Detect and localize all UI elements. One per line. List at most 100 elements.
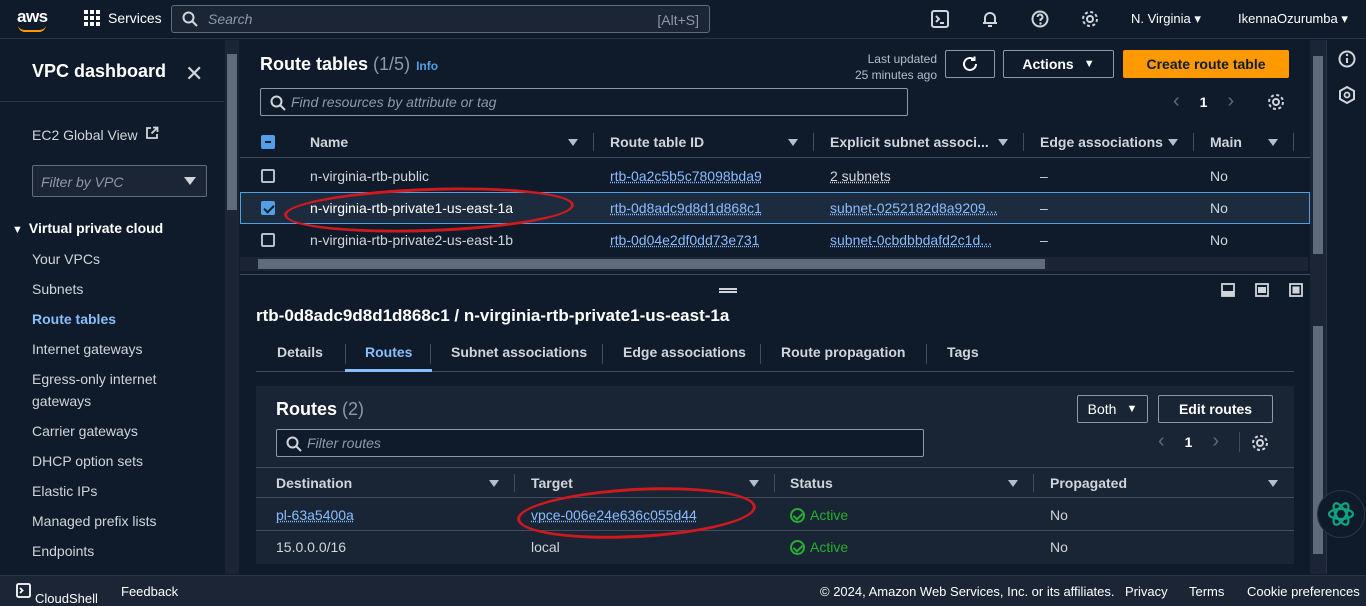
preferences-gear-icon[interactable]	[1267, 93, 1285, 111]
both-select[interactable]: Both ▼	[1077, 395, 1148, 423]
sort-icon[interactable]	[788, 139, 798, 146]
sidebar-item-egress-only-line2[interactable]: gateways	[32, 393, 91, 409]
refresh-icon	[963, 56, 977, 71]
column-header-target[interactable]: Target	[531, 468, 573, 498]
split-view-full-icon[interactable]	[1289, 283, 1303, 297]
route-table-id-link[interactable]: rtb-0d8adc9d8d1d868c1	[610, 192, 762, 224]
page-number[interactable]: 1	[1200, 94, 1208, 110]
cookie-preferences-link[interactable]: Cookie preferences	[1247, 584, 1360, 599]
tab-edge-associations[interactable]: Edge associations	[623, 336, 746, 372]
sidebar-item-managed-prefix-lists[interactable]: Managed prefix lists	[32, 513, 157, 529]
search-input[interactable]: Search [Alt+S]	[171, 5, 710, 33]
scrollbar-thumb[interactable]	[1313, 56, 1323, 254]
edge-association: –	[1040, 200, 1048, 216]
filter-routes-input[interactable]: Filter routes	[276, 429, 924, 457]
select-all-checkbox[interactable]	[261, 135, 275, 149]
find-resources-input[interactable]: Find resources by attribute or tag	[260, 88, 908, 116]
cloudshell-link[interactable]: CloudShell	[16, 583, 98, 606]
column-header-name[interactable]: Name	[310, 126, 348, 158]
info-link[interactable]: Info	[416, 59, 438, 73]
vpc-filter-select[interactable]: Filter by VPC	[32, 165, 207, 197]
route-table-id-link[interactable]: rtb-0a2c5b5c78098bda9	[610, 160, 762, 192]
sort-icon[interactable]	[1008, 480, 1018, 487]
row-checkbox[interactable]	[261, 233, 275, 247]
chevron-right-icon[interactable]: ›	[1227, 90, 1234, 113]
page-number[interactable]: 1	[1185, 434, 1193, 450]
privacy-link[interactable]: Privacy	[1125, 584, 1168, 599]
create-route-table-button[interactable]: Create route table	[1123, 50, 1289, 78]
sidebar-item-internet-gateways[interactable]: Internet gateways	[32, 341, 143, 357]
sort-icon[interactable]	[1168, 139, 1178, 146]
sort-icon[interactable]	[489, 480, 499, 487]
aws-logo[interactable]: aws	[17, 7, 48, 32]
split-view-side-icon[interactable]	[1255, 283, 1269, 297]
feedback-link[interactable]: Feedback	[121, 584, 178, 599]
subnet-association-link[interactable]: subnet-0cbdbbdafd2c1d...	[830, 224, 1010, 256]
sidebar-item-dhcp-option-sets[interactable]: DHCP option sets	[32, 453, 143, 469]
account-menu[interactable]: IkennaOzurumba ▾	[1238, 11, 1348, 27]
refresh-button[interactable]	[945, 50, 995, 78]
drag-handle-icon[interactable]	[719, 288, 737, 293]
region-selector[interactable]: N. Virginia ▾	[1131, 11, 1201, 27]
sidebar-item-egress-only[interactable]: Egress-only internet	[32, 371, 157, 387]
scrollbar-thumb[interactable]	[258, 259, 1045, 269]
chevron-left-icon[interactable]: ‹	[1173, 90, 1180, 113]
terms-link[interactable]: Terms	[1189, 584, 1224, 599]
main-scrollbar[interactable]	[1310, 40, 1326, 574]
column-header-destination[interactable]: Destination	[276, 468, 352, 498]
sidebar-item-elastic-ips[interactable]: Elastic IPs	[32, 483, 97, 499]
column-header-main[interactable]: Main	[1210, 126, 1242, 158]
split-panel-divider[interactable]	[240, 274, 1310, 275]
detail-tabs: Details Routes Subnet associations Edge …	[256, 336, 1294, 372]
chevron-right-icon[interactable]: ›	[1212, 430, 1219, 453]
column-header-route-table-id[interactable]: Route table ID	[610, 126, 704, 158]
sort-icon[interactable]	[568, 139, 578, 146]
help-icon[interactable]	[1031, 10, 1049, 28]
column-header-explicit-subnet[interactable]: Explicit subnet associ...	[830, 126, 989, 158]
scrollbar-thumb[interactable]	[227, 54, 237, 210]
sidebar-item-your-vpcs[interactable]: Your VPCs	[32, 251, 100, 267]
settings-gear-icon[interactable]	[1081, 10, 1099, 28]
info-circle-icon[interactable]	[1338, 50, 1356, 68]
route-table-id-link[interactable]: rtb-0d04e2df0dd73e731	[610, 224, 759, 256]
services-menu[interactable]: Services	[84, 10, 162, 26]
sidebar-item-endpoints[interactable]: Endpoints	[32, 543, 94, 559]
close-icon[interactable]: ✕	[185, 61, 203, 87]
tab-details[interactable]: Details	[277, 336, 323, 372]
cloudshell-icon[interactable]	[931, 10, 949, 28]
edit-routes-button[interactable]: Edit routes	[1158, 395, 1273, 423]
subnet-association[interactable]: 2 subnets	[830, 160, 891, 192]
table-horizontal-scrollbar[interactable]	[240, 257, 1308, 271]
assistant-button[interactable]	[1317, 490, 1365, 538]
sidebar-scrollbar[interactable]	[225, 40, 239, 574]
tab-tags[interactable]: Tags	[947, 336, 979, 372]
column-header-propagated[interactable]: Propagated	[1050, 468, 1127, 498]
tab-route-propagation[interactable]: Route propagation	[781, 336, 905, 372]
row-checkbox[interactable]	[261, 169, 275, 183]
tab-subnet-associations[interactable]: Subnet associations	[451, 336, 587, 372]
sidebar-item-carrier-gateways[interactable]: Carrier gateways	[32, 423, 138, 439]
hexagon-icon[interactable]	[1338, 86, 1356, 104]
subnet-association-link[interactable]: subnet-0252182d8a9209...	[830, 192, 1010, 224]
sidebar-item-route-tables[interactable]: Route tables	[32, 311, 116, 327]
sort-icon[interactable]	[998, 139, 1008, 146]
sort-icon[interactable]	[749, 480, 759, 487]
table-row[interactable]: n-virginia-rtb-public rtb-0a2c5b5c78098b…	[240, 160, 1310, 192]
sort-icon[interactable]	[1268, 480, 1278, 487]
sort-icon[interactable]	[1268, 139, 1278, 146]
destination-link[interactable]: pl-63a5400a	[276, 499, 354, 531]
sidebar-item-subnets[interactable]: Subnets	[32, 281, 83, 297]
sidebar-title[interactable]: VPC dashboard	[32, 61, 166, 82]
notifications-bell-icon[interactable]	[981, 10, 999, 28]
column-header-edge-associations[interactable]: Edge associations	[1040, 126, 1163, 158]
actions-button[interactable]: Actions ▼	[1003, 50, 1114, 78]
preferences-gear-icon[interactable]	[1251, 434, 1269, 452]
split-view-bottom-icon[interactable]	[1221, 283, 1235, 297]
edge-association: –	[1040, 168, 1048, 184]
sidebar-item-ec2-global-view[interactable]: EC2 Global View	[32, 126, 159, 143]
tab-routes[interactable]: Routes	[345, 336, 433, 372]
column-header-status[interactable]: Status	[790, 468, 833, 498]
row-checkbox[interactable]	[261, 201, 275, 215]
sidebar-section-virtual-private-cloud[interactable]: ▼ Virtual private cloud	[12, 220, 163, 236]
chevron-left-icon[interactable]: ‹	[1158, 430, 1165, 453]
